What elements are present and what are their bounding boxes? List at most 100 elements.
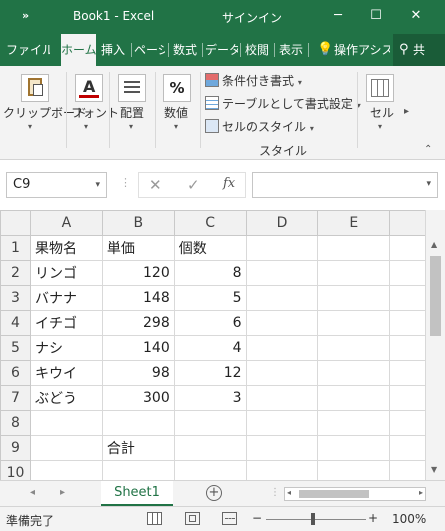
cells-grid-icon[interactable]: [366, 74, 394, 102]
page-break-view-icon[interactable]: [222, 512, 237, 525]
cell-c2[interactable]: 8: [173, 260, 247, 286]
tab-split-handle[interactable]: ⋮: [270, 487, 280, 498]
cell-b10[interactable]: [101, 460, 175, 480]
cell-styles-button[interactable]: セルのスタイル ▾: [205, 118, 314, 138]
cell-a4[interactable]: イチゴ: [29, 310, 103, 336]
cell-b4[interactable]: 298: [101, 310, 175, 336]
tab-review[interactable]: 校閲: [243, 34, 271, 66]
enter-icon[interactable]: ✓: [187, 176, 200, 194]
cell-a7[interactable]: ぶどう: [29, 385, 103, 411]
close-button[interactable]: ✕: [406, 6, 426, 26]
cell-d7[interactable]: [245, 385, 319, 411]
cell-d6[interactable]: [245, 360, 319, 386]
cell-d3[interactable]: [245, 285, 319, 311]
number-label[interactable]: 数値: [164, 104, 188, 121]
cell-c6[interactable]: 12: [173, 360, 247, 386]
cell-e3[interactable]: [317, 285, 391, 311]
zoom-slider[interactable]: [266, 519, 366, 520]
tell-me-search[interactable]: 操作アシス: [334, 34, 390, 66]
row-header[interactable]: 10: [0, 460, 31, 480]
next-sheet-icon[interactable]: ▸: [60, 487, 65, 498]
font-color-icon[interactable]: A: [75, 74, 103, 102]
column-header[interactable]: A: [29, 210, 103, 236]
cell-c4[interactable]: 6: [173, 310, 247, 336]
minimize-button[interactable]: ─: [328, 6, 348, 26]
cell-b5[interactable]: 140: [101, 335, 175, 361]
scroll-thumb[interactable]: [430, 256, 441, 336]
cell-d5[interactable]: [245, 335, 319, 361]
alignment-label[interactable]: 配置: [120, 104, 144, 121]
sign-in-link[interactable]: サインイン: [222, 9, 282, 26]
cell-c10[interactable]: [173, 460, 247, 480]
tab-view[interactable]: 表示: [277, 34, 305, 66]
tab-file[interactable]: ファイル: [6, 34, 50, 66]
maximize-button[interactable]: ☐: [366, 6, 386, 26]
cell-c7[interactable]: 3: [173, 385, 247, 411]
zoom-in-button[interactable]: +: [368, 511, 378, 525]
paste-icon[interactable]: [21, 74, 49, 102]
select-all-corner[interactable]: [0, 210, 31, 236]
collapse-ribbon-icon[interactable]: ⌃: [424, 144, 432, 155]
vertical-scrollbar[interactable]: ▲ ▼: [425, 210, 445, 480]
cell-b7[interactable]: 300: [101, 385, 175, 411]
column-header[interactable]: C: [173, 210, 247, 236]
cell-e1[interactable]: [317, 235, 391, 261]
tab-data[interactable]: データ: [205, 34, 238, 66]
row-header[interactable]: 2: [0, 260, 31, 286]
page-layout-view-icon[interactable]: [185, 512, 200, 525]
scroll-down-icon[interactable]: ▼: [431, 465, 437, 474]
cell-c3[interactable]: 5: [173, 285, 247, 311]
row-header[interactable]: 1: [0, 235, 31, 261]
row-header[interactable]: 8: [0, 410, 31, 436]
column-header[interactable]: D: [245, 210, 319, 236]
percent-icon[interactable]: %: [163, 74, 191, 102]
formula-input[interactable]: ▾: [252, 172, 438, 198]
previous-sheet-icon[interactable]: ◂: [30, 487, 35, 498]
cell-a3[interactable]: バナナ: [29, 285, 103, 311]
cell-e5[interactable]: [317, 335, 391, 361]
cell-d2[interactable]: [245, 260, 319, 286]
cell-d4[interactable]: [245, 310, 319, 336]
drag-handle-icon[interactable]: ⋮: [120, 176, 131, 189]
cell-b3[interactable]: 148: [101, 285, 175, 311]
scroll-right-icon[interactable]: ▸: [419, 488, 423, 497]
cell-e7[interactable]: [317, 385, 391, 411]
cell-d9[interactable]: [245, 435, 319, 461]
cell-a8[interactable]: [29, 410, 103, 436]
cell-d8[interactable]: [245, 410, 319, 436]
tab-insert[interactable]: 挿入: [99, 34, 127, 66]
conditional-formatting-button[interactable]: 条件付き書式 ▾: [205, 72, 302, 92]
row-header[interactable]: 9: [0, 435, 31, 461]
cell-a2[interactable]: リンゴ: [29, 260, 103, 286]
cell-b9[interactable]: 合計: [101, 435, 175, 461]
cell-d1[interactable]: [245, 235, 319, 261]
cell-c8[interactable]: [173, 410, 247, 436]
row-header[interactable]: 3: [0, 285, 31, 311]
quick-access-toolbar-button[interactable]: »: [22, 9, 29, 22]
zoom-out-button[interactable]: −: [252, 511, 262, 525]
scroll-left-icon[interactable]: ◂: [287, 488, 291, 497]
horizontal-scrollbar[interactable]: ◂ ▸: [284, 487, 426, 501]
normal-view-icon[interactable]: [147, 512, 162, 525]
cell-e10[interactable]: [317, 460, 391, 480]
chevron-down-icon[interactable]: ▾: [426, 179, 431, 189]
cell-b2[interactable]: 120: [101, 260, 175, 286]
cell-e9[interactable]: [317, 435, 391, 461]
chevron-down-icon[interactable]: ▾: [95, 173, 100, 197]
zoom-level[interactable]: 100%: [392, 512, 426, 526]
format-as-table-button[interactable]: テーブルとして書式設定 ▾: [205, 95, 361, 115]
cell-a6[interactable]: キウイ: [29, 360, 103, 386]
scroll-up-icon[interactable]: ▲: [431, 240, 437, 249]
cell-e4[interactable]: [317, 310, 391, 336]
tab-formulas[interactable]: 数式: [171, 34, 199, 66]
cell-d10[interactable]: [245, 460, 319, 480]
hscroll-thumb[interactable]: [299, 490, 369, 498]
cell-c1[interactable]: 個数: [173, 235, 247, 261]
cell-a5[interactable]: ナシ: [29, 335, 103, 361]
cancel-icon[interactable]: ✕: [149, 176, 162, 194]
cell-a1[interactable]: 果物名: [29, 235, 103, 261]
cells-label[interactable]: セル: [370, 104, 394, 121]
cell-c5[interactable]: 4: [173, 335, 247, 361]
row-header[interactable]: 6: [0, 360, 31, 386]
tab-page-layout[interactable]: ページ: [134, 34, 165, 66]
